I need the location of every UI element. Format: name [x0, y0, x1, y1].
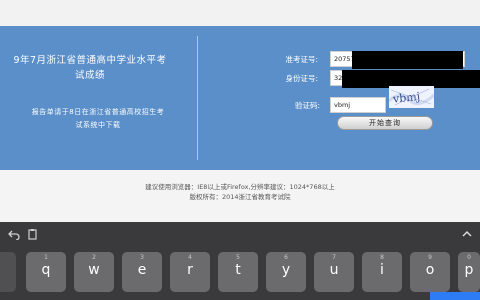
key-w-label: w [88, 262, 100, 278]
key-i-label: i [380, 262, 384, 278]
exam-title-line-2: 试成绩 [74, 70, 105, 81]
exam-title-line-1: 9年7月浙江省普通高中学业水平考 [13, 55, 167, 66]
exam-title: 9年7月浙江省普通高中学业水平考 试成绩 [0, 53, 188, 83]
report-notice: 报告单请于8日在浙江省普通高校招生考 试系统中下载 [0, 106, 196, 132]
key-q[interactable]: 1 q [26, 252, 66, 292]
key-r-label: r [187, 262, 193, 278]
keyboard-toolbar [0, 222, 480, 247]
captcha-value: vbmj [334, 101, 351, 109]
captcha-image[interactable]: vbmj [389, 86, 434, 108]
key-p-label: p [464, 262, 474, 278]
key-u-sub: 7 [332, 254, 336, 261]
key-y-sub: 6 [284, 254, 288, 261]
key-i[interactable]: 8 i [362, 252, 402, 292]
key-p-sub: 0 [467, 254, 471, 261]
exam-number-label: 准考证号: [285, 55, 318, 64]
key-u-label: u [329, 262, 339, 278]
key-w[interactable]: 2 w [74, 252, 114, 292]
tab-key[interactable] [0, 252, 16, 292]
browser-suggestion-text: 建议使用浏览器：IE8以上或Firefox,分辨率建议：1024*768以上 [145, 183, 335, 191]
copyright-text: 版权所有：2014浙江省教育考试院 [189, 193, 291, 201]
key-r-sub: 4 [188, 254, 192, 261]
undo-icon[interactable] [8, 228, 20, 240]
paste-icon[interactable] [27, 228, 39, 240]
keyboard-action-key[interactable] [430, 292, 480, 300]
start-query-button[interactable]: 开始查询 [337, 116, 433, 130]
key-e-sub: 3 [140, 254, 144, 261]
key-p[interactable]: 0 p [458, 252, 480, 292]
panel-divider [197, 36, 198, 160]
key-t[interactable]: 5 t [218, 252, 258, 292]
key-y-label: y [281, 262, 291, 278]
key-t-sub: 5 [236, 254, 240, 261]
key-i-sub: 8 [380, 254, 384, 261]
key-q-label: q [41, 262, 51, 278]
report-notice-line-2: 试系统中下载 [75, 121, 121, 129]
chevron-up-icon[interactable] [461, 228, 473, 240]
key-y[interactable]: 6 y [266, 252, 306, 292]
key-q-sub: 1 [44, 254, 48, 261]
key-w-sub: 2 [92, 254, 96, 261]
key-r[interactable]: 4 r [170, 252, 210, 292]
key-o-label: o [425, 262, 435, 278]
captcha-label: 验证码: [294, 101, 320, 110]
key-o-sub: 9 [428, 254, 432, 261]
browser-top-area [0, 0, 480, 26]
key-u[interactable]: 7 u [314, 252, 354, 292]
redaction-box-exam-number [352, 51, 463, 69]
key-e-label: e [137, 262, 147, 278]
page-footer: 建议使用浏览器：IE8以上或Firefox,分辨率建议：1024*768以上 版… [0, 170, 480, 222]
report-notice-line-1: 报告单请于8日在浙江省普通高校招生考 [31, 108, 165, 116]
captcha-input[interactable]: vbmj [330, 97, 386, 113]
key-e[interactable]: 3 e [122, 252, 162, 292]
captcha-noise-icon: vbmj [389, 86, 434, 108]
key-t-label: t [235, 262, 241, 278]
id-number-label: 身份证号: [285, 74, 318, 83]
on-screen-keyboard: 1 q 2 w 3 e 4 r 5 t 6 y 7 u 8 i 9 o 0 p [0, 222, 480, 300]
key-o[interactable]: 9 o [410, 252, 450, 292]
login-panel: 9年7月浙江省普通高中学业水平考 试成绩 报告单请于8日在浙江省普通高校招生考 … [0, 26, 480, 170]
